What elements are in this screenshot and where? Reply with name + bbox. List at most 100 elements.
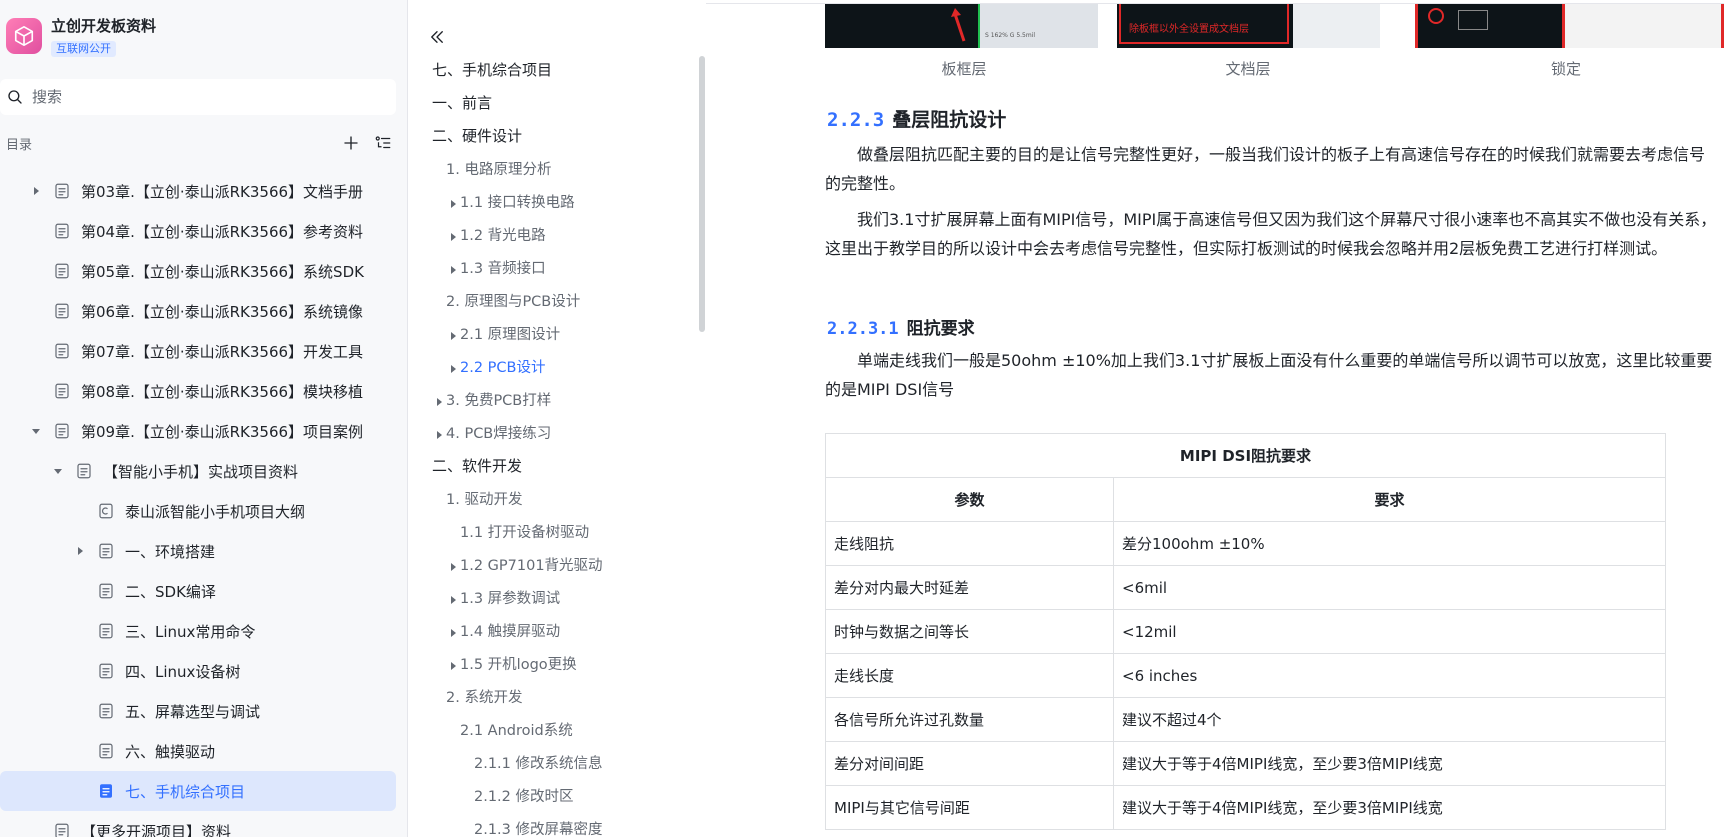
outline-item[interactable]: 4. PCB焊接练习 xyxy=(409,416,699,449)
caret-right-icon[interactable] xyxy=(448,626,458,637)
outline-item[interactable]: 2. 原理图与PCB设计 xyxy=(409,284,699,317)
outline-item[interactable]: 七、手机综合项目 xyxy=(409,53,699,86)
tree-item-label: 第04章.【立创·泰山派RK3566】参考资料 xyxy=(81,222,364,241)
outline-item-label: 二、硬件设计 xyxy=(432,127,523,145)
document-icon xyxy=(99,743,113,759)
table-caption: MIPI DSI阻抗要求 xyxy=(825,433,1666,478)
tree-item[interactable]: 七、手机综合项目 xyxy=(0,771,396,811)
caret-down-icon[interactable] xyxy=(30,425,42,437)
outline-scrollbar[interactable] xyxy=(699,56,705,332)
sidebar: 立创开发板资料 互联网公开 目录 第03章.【立创·泰山派RK3566】文档手册… xyxy=(0,0,408,837)
caret-right-icon[interactable] xyxy=(448,329,458,340)
tree-item[interactable]: 第09章.【立创·泰山派RK3566】项目案例 xyxy=(0,411,396,451)
outline-item[interactable]: 1.1 打开设备树驱动 xyxy=(409,515,699,548)
tree-item[interactable]: 二、SDK编译 xyxy=(0,571,396,611)
outline-item[interactable]: 1.2 背光电路 xyxy=(409,218,699,251)
tree-item[interactable]: 三、Linux常用命令 xyxy=(0,611,396,651)
caret-right-icon[interactable] xyxy=(448,197,458,208)
caret-right-icon[interactable] xyxy=(448,362,458,373)
caret-right-icon[interactable] xyxy=(448,263,458,274)
outline-item[interactable]: 2.1.1 修改系统信息 xyxy=(409,746,699,779)
table-cell: 建议大于等于4倍MIPI线宽，至少要3倍MIPI线宽 xyxy=(1113,741,1666,786)
section-number: 2.2.3 xyxy=(827,109,885,131)
tree-item[interactable]: 第08章.【立创·泰山派RK3566】模块移植 xyxy=(0,371,396,411)
figure-caption: 锁定 xyxy=(1550,60,1581,78)
tree-item[interactable]: 【更多开源项目】资料 xyxy=(0,811,396,837)
space-header[interactable]: 立创开发板资料 互联网公开 xyxy=(6,14,156,57)
caret-right-icon[interactable] xyxy=(448,230,458,241)
section-heading: 2.2.3 叠层阻抗设计 xyxy=(827,105,1006,132)
caret-right-icon[interactable] xyxy=(74,545,86,557)
caret-right-icon[interactable] xyxy=(448,659,458,670)
outline-item-label: 1.5 开机logo更换 xyxy=(460,657,577,673)
document-icon xyxy=(55,423,69,439)
figure-readout: S 162% G 5.5mil xyxy=(985,32,1036,39)
tree-item[interactable]: 第05章.【立创·泰山派RK3566】系统SDK xyxy=(0,251,396,291)
outline-item[interactable]: 1.3 音频接口 xyxy=(409,251,699,284)
outline-item[interactable]: 1.2 GP7101背光驱动 xyxy=(409,548,699,581)
outline-item-label: 1.3 音频接口 xyxy=(460,261,546,277)
tree-item[interactable]: 第06章.【立创·泰山派RK3566】系统镜像 xyxy=(0,291,396,331)
outline-item[interactable]: 1.5 开机logo更换 xyxy=(409,647,699,680)
outline-item[interactable]: 二、硬件设计 xyxy=(409,119,699,152)
caret-down-icon[interactable] xyxy=(52,465,64,477)
tree-item[interactable]: 第04章.【立创·泰山派RK3566】参考资料 xyxy=(0,211,396,251)
search-input[interactable] xyxy=(32,88,372,106)
tree-item[interactable]: 第07章.【立创·泰山派RK3566】开发工具 xyxy=(0,331,396,371)
tree-item-label: 【智能小手机】实战项目资料 xyxy=(103,462,299,481)
tree-item-label: 四、Linux设备树 xyxy=(125,662,241,681)
visibility-badge: 互联网公开 xyxy=(51,41,116,57)
outline-item-label: 1. 驱动开发 xyxy=(446,492,523,508)
tree-item[interactable]: 【智能小手机】实战项目资料 xyxy=(0,451,396,491)
outline-item[interactable]: 2. 系统开发 xyxy=(409,680,699,713)
tree-item-label: 一、环境搭建 xyxy=(125,542,216,561)
doc-tree: 第03章.【立创·泰山派RK3566】文档手册 第04章.【立创·泰山派RK356… xyxy=(0,171,396,837)
outline-item-label: 2.1.3 修改屏幕密度 xyxy=(474,822,603,837)
table-cell: 差分对内最大时延差 xyxy=(825,565,1114,610)
outline-item[interactable]: 1. 驱动开发 xyxy=(409,482,699,515)
table-row: 差分对间间距 建议大于等于4倍MIPI线宽，至少要3倍MIPI线宽 xyxy=(825,741,1666,786)
outline-item[interactable]: 1.1 接口转换电路 xyxy=(409,185,699,218)
list-settings-icon[interactable] xyxy=(374,134,392,152)
tree-item-label: 第06章.【立创·泰山派RK3566】系统镜像 xyxy=(81,302,364,321)
tree-item[interactable]: 第03章.【立创·泰山派RK3566】文档手册 xyxy=(0,171,396,211)
figure-document-layer[interactable]: 除板框以外全设置成文档层 xyxy=(1117,4,1380,48)
outline-item[interactable]: 1. 电路原理分析 xyxy=(409,152,699,185)
outline-item[interactable]: 2.1.2 修改时区 xyxy=(409,779,699,812)
document-icon xyxy=(55,823,69,837)
search-box[interactable] xyxy=(0,79,396,115)
outline-item-label: 1.4 触摸屏驱动 xyxy=(460,624,561,640)
tree-item[interactable]: 泰山派智能小手机项目大纲 xyxy=(0,491,396,531)
outline-list: 七、手机综合项目 一、前言 二、硬件设计 1. 电路原理分析 1.1 接口转换电路 1.2… xyxy=(409,53,699,837)
outline-item[interactable]: 2.1 原理图设计 xyxy=(409,317,699,350)
tree-item[interactable]: 六、触摸驱动 xyxy=(0,731,396,771)
caret-right-icon[interactable] xyxy=(448,560,458,571)
figure-lock[interactable] xyxy=(1415,4,1724,48)
tree-item[interactable]: 一、环境搭建 xyxy=(0,531,396,571)
outline-item[interactable]: 一、前言 xyxy=(409,86,699,119)
caret-right-icon[interactable] xyxy=(434,395,444,406)
tree-item[interactable]: 五、屏幕选型与调试 xyxy=(0,691,396,731)
outline-item[interactable]: 3. 免费PCB打样 xyxy=(409,383,699,416)
tree-item-label: 第03章.【立创·泰山派RK3566】文档手册 xyxy=(81,182,364,201)
caret-right-icon[interactable] xyxy=(434,428,444,439)
outline-item-label: 1.1 打开设备树驱动 xyxy=(460,525,590,541)
outline-item-label: 2.1.1 修改系统信息 xyxy=(474,756,603,772)
outline-item[interactable]: 二、软件开发 xyxy=(409,449,699,482)
outline-item[interactable]: 1.3 屏参数调试 xyxy=(409,581,699,614)
toc-header: 目录 xyxy=(6,132,392,154)
outline-item[interactable]: 2.1 Android系统 xyxy=(409,713,699,746)
figure-board-frame-layer[interactable]: S 162% G 5.5mil xyxy=(825,4,1098,48)
outline-item[interactable]: 2.2 PCB设计 xyxy=(409,350,699,383)
caret-right-icon[interactable] xyxy=(448,593,458,604)
outline-item[interactable]: 1.4 触摸屏驱动 xyxy=(409,614,699,647)
outline-item[interactable]: 2.1.3 修改屏幕密度 xyxy=(409,812,699,837)
tree-item[interactable]: 四、Linux设备树 xyxy=(0,651,396,691)
collapse-outline-icon[interactable] xyxy=(428,28,446,46)
tree-item-label: 七、手机综合项目 xyxy=(125,782,246,801)
caret-right-icon[interactable] xyxy=(30,185,42,197)
document-icon xyxy=(55,263,69,279)
add-icon[interactable] xyxy=(342,134,360,152)
toc-label: 目录 xyxy=(6,137,33,153)
paragraph: 单端走线我们一般是50ohm ±10%加上我们3.1寸扩展板上面没有什么重要的单… xyxy=(825,351,1713,399)
